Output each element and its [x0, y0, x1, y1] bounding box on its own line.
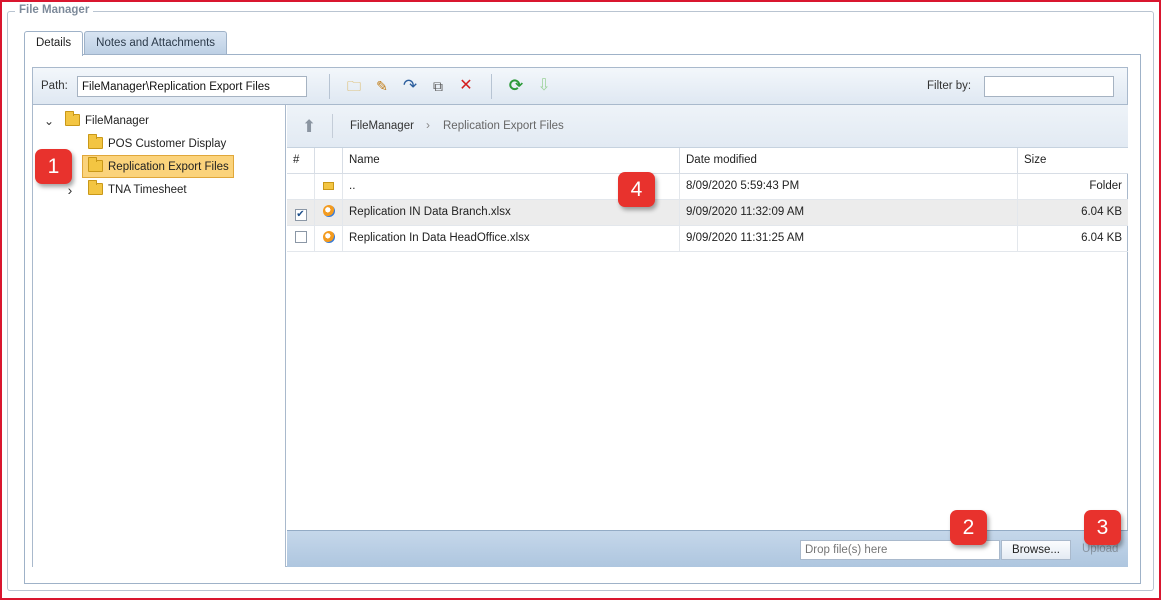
- folder-icon: [88, 157, 103, 172]
- tree-node-pos-customer-display[interactable]: POS Customer Display: [88, 133, 226, 155]
- column-header-name[interactable]: Name: [343, 148, 680, 173]
- row-select-cell: [287, 174, 315, 199]
- column-header-date[interactable]: Date modified: [680, 148, 1018, 173]
- row-select-cell: [287, 226, 315, 251]
- row-select-cell: ✔: [287, 200, 315, 225]
- toolbar-separator: [329, 74, 330, 99]
- path-input[interactable]: [77, 76, 307, 97]
- callout-badge-2: 2: [950, 510, 987, 545]
- toolbar: Path: 🗀 ✎ ↷ ⧉ ✕ ⟳ ⇩ Filter by:: [33, 68, 1127, 105]
- file-list-pane: ⬆ FileManager › Replication Export Files…: [287, 105, 1128, 567]
- row-icon-cell: [315, 174, 343, 199]
- xlsx-file-icon: [322, 205, 335, 217]
- grid-header: # Name Date modified Size: [287, 148, 1128, 174]
- table-row[interactable]: ✔ Replication IN Data Branch.xlsx 9/09/2…: [287, 200, 1128, 226]
- xlsx-file-icon: [322, 231, 335, 243]
- tree-node-label: Replication Export Files: [108, 161, 229, 173]
- tree-node-replication-export-files[interactable]: Replication Export Files: [82, 155, 234, 178]
- folder-icon: [323, 182, 334, 190]
- folder-icon: [88, 180, 103, 195]
- row-icon-cell: [315, 226, 343, 251]
- callout-badge-1: 1: [35, 149, 72, 184]
- file-date: 8/09/2020 5:59:43 PM: [680, 174, 1018, 199]
- row-checkbox[interactable]: [294, 231, 307, 243]
- breadcrumb-separator-line: [332, 114, 333, 138]
- rename-icon[interactable]: ✎: [373, 77, 391, 95]
- up-arrow-icon[interactable]: ⬆: [302, 117, 316, 137]
- tree-node-label: FileManager: [85, 115, 149, 127]
- upload-bar: Browse... Upload: [287, 530, 1128, 567]
- callout-badge-4: 4: [618, 172, 655, 207]
- copy-icon[interactable]: ⧉: [429, 77, 447, 95]
- path-label: Path:: [41, 80, 68, 92]
- breadcrumb-chevron-icon: ›: [426, 118, 430, 132]
- file-date: 9/09/2020 11:31:25 AM: [680, 226, 1018, 251]
- file-size: 6.04 KB: [1081, 232, 1122, 244]
- breadcrumb: ⬆ FileManager › Replication Export Files: [287, 105, 1128, 148]
- table-row[interactable]: Replication In Data HeadOffice.xlsx 9/09…: [287, 226, 1128, 252]
- tree-collapse-icon[interactable]: ›: [64, 183, 76, 197]
- browse-button[interactable]: Browse...: [1001, 540, 1071, 560]
- file-date: 9/09/2020 11:32:09 AM: [680, 200, 1018, 225]
- folder-icon: [65, 111, 80, 126]
- tree-node-label: POS Customer Display: [108, 138, 227, 150]
- column-header-icon: [315, 148, 343, 173]
- file-size: 6.04 KB: [1081, 206, 1122, 218]
- tab-details[interactable]: Details: [24, 31, 84, 56]
- download-icon[interactable]: ⇩: [535, 77, 553, 95]
- file-name[interactable]: Replication In Data HeadOffice.xlsx: [343, 226, 680, 251]
- refresh-icon[interactable]: ⟳: [507, 77, 525, 95]
- breadcrumb-item-filemanager[interactable]: FileManager: [350, 120, 414, 132]
- filter-label: Filter by:: [927, 80, 972, 92]
- toolbar-separator: [491, 74, 492, 99]
- tree-node-label: TNA Timesheet: [108, 184, 187, 196]
- filter-input[interactable]: [984, 76, 1114, 97]
- column-header-size[interactable]: Size: [1018, 148, 1128, 173]
- file-size: Folder: [1089, 180, 1122, 192]
- tree-node-filemanager[interactable]: FileManager: [65, 110, 149, 132]
- breadcrumb-item-current[interactable]: Replication Export Files: [443, 120, 564, 132]
- folder-icon: [88, 134, 103, 149]
- table-row[interactable]: .. 8/09/2020 5:59:43 PM Folder: [287, 174, 1128, 200]
- tab-notes-and-attachments[interactable]: Notes and Attachments: [84, 31, 228, 55]
- file-manager: Path: 🗀 ✎ ↷ ⧉ ✕ ⟳ ⇩ Filter by: ⌄ FileMan…: [32, 67, 1128, 567]
- callout-badge-3: 3: [1084, 510, 1121, 545]
- tree-node-tna-timesheet[interactable]: TNA Timesheet: [88, 179, 187, 201]
- new-folder-icon[interactable]: 🗀: [345, 77, 363, 95]
- row-checkbox[interactable]: ✔: [294, 209, 307, 221]
- move-icon[interactable]: ↷: [401, 77, 419, 95]
- tree-expand-icon[interactable]: ⌄: [43, 114, 55, 128]
- delete-icon[interactable]: ✕: [457, 77, 475, 95]
- panel-title: File Manager: [15, 4, 94, 16]
- column-header-index[interactable]: #: [287, 148, 315, 173]
- row-icon-cell: [315, 200, 343, 225]
- tab-strip: Details Notes and Attachments: [24, 31, 228, 56]
